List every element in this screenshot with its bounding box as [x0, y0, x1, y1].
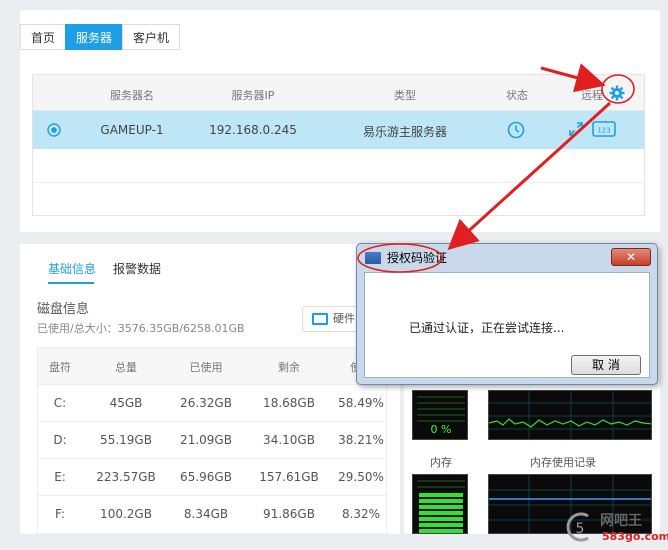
watermark-name: 网吧王 [600, 513, 642, 529]
annotation-circle [357, 243, 443, 273]
svg-text:5: 5 [576, 521, 585, 537]
annotation-overlay [357, 63, 635, 273]
annotation-arrow [447, 101, 612, 251]
annotation-arrow [540, 63, 606, 93]
annotation-circle [601, 74, 635, 104]
watermark: 5 网吧王 583go.com [566, 508, 668, 548]
watermark-logo-icon: 5 [566, 512, 589, 542]
watermark-url: 583go.com [602, 530, 668, 543]
